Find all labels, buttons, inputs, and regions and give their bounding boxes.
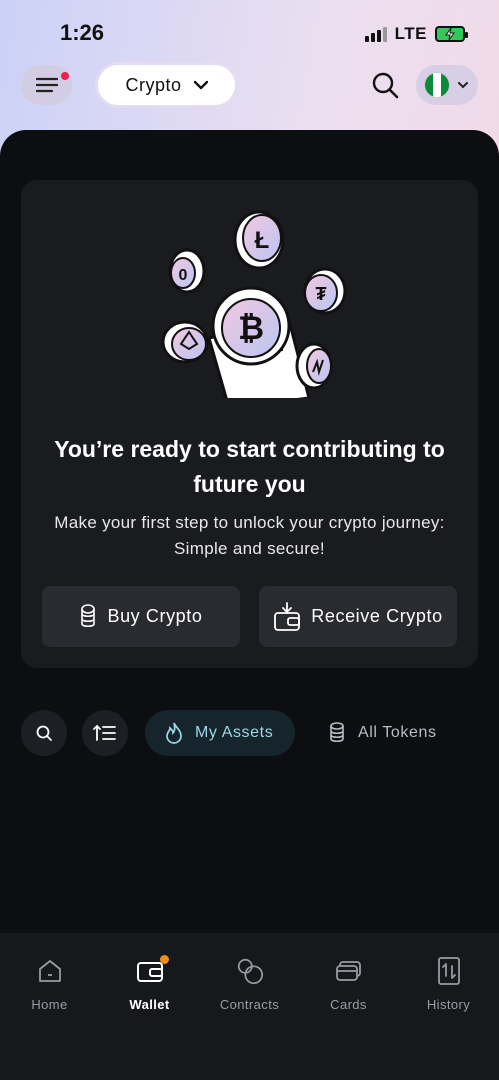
battery-icon	[435, 26, 468, 42]
home-icon	[35, 955, 65, 987]
nav-wallet-label: Wallet	[129, 997, 170, 1012]
nav-history-label: History	[426, 997, 471, 1012]
all-tokens-label: All Tokens	[358, 724, 437, 741]
svg-text:Ł: Ł	[255, 227, 270, 254]
crypto-coins-illustration: Ł 0 ₮ ₿	[161, 210, 347, 398]
crypto-selector[interactable]: Crypto	[95, 62, 238, 108]
chevron-down-icon	[458, 81, 468, 88]
svg-text:₿: ₿	[238, 310, 264, 346]
hamburger-icon	[35, 77, 58, 93]
sort-icon	[93, 724, 116, 741]
history-icon	[434, 955, 464, 987]
signal-icon	[364, 26, 387, 42]
asset-search-button[interactable]	[21, 710, 67, 756]
all-tokens-tab[interactable]: All Tokens	[318, 710, 458, 756]
nav-cards[interactable]: Cards	[299, 955, 398, 1012]
svg-text:₮: ₮	[316, 284, 327, 304]
status-bar: 1:26 LTE	[0, 0, 499, 62]
nav-wallet[interactable]: Wallet	[100, 955, 199, 1012]
nav-home-label: Home	[31, 997, 68, 1012]
crypto-selector-label: Crypto	[125, 74, 182, 95]
nav-history[interactable]: History	[399, 955, 498, 1012]
receive-crypto-button[interactable]: Receive Crypto	[259, 586, 457, 647]
status-indicators: LTE	[364, 24, 468, 44]
search-icon	[36, 725, 52, 741]
chevron-down-icon	[193, 80, 208, 90]
wallet-receive-icon	[274, 601, 301, 631]
cards-icon	[334, 955, 364, 987]
top-bar: Crypto	[0, 60, 499, 110]
onboarding-title: You’re ready to start contributing to fu…	[54, 436, 445, 497]
wallet-icon	[135, 955, 169, 987]
flame-icon	[166, 722, 182, 744]
svg-text:0: 0	[179, 267, 188, 284]
nav-cards-label: Cards	[330, 997, 367, 1012]
nav-home[interactable]: Home	[0, 955, 99, 1012]
network-label: LTE	[394, 24, 427, 43]
sort-button[interactable]	[82, 710, 128, 756]
onboarding-subtitle: Make your first step to unlock your cryp…	[54, 513, 445, 558]
my-assets-label: My Assets	[195, 724, 274, 741]
bottom-nav: Home Wallet Contracts Cards History	[0, 933, 499, 1080]
buy-crypto-button[interactable]: Buy Crypto	[42, 586, 240, 647]
contracts-icon	[235, 955, 265, 987]
onboarding-card: Ł 0 ₮ ₿ You’re ready to start contributi…	[21, 180, 478, 668]
nigeria-flag-icon	[424, 72, 450, 98]
coins-icon	[330, 722, 344, 743]
receive-crypto-label: Receive Crypto	[311, 606, 443, 626]
menu-button[interactable]	[21, 65, 72, 105]
nav-contracts[interactable]: Contracts	[200, 955, 299, 1012]
nav-contracts-label: Contracts	[219, 997, 280, 1012]
notification-dot	[61, 72, 69, 80]
coin-stack-icon	[81, 603, 96, 627]
search-icon[interactable]	[370, 70, 400, 100]
country-selector[interactable]	[416, 65, 478, 105]
wallet-notification-dot	[159, 955, 169, 964]
buy-crypto-label: Buy Crypto	[107, 606, 203, 626]
asset-filter-row: My Assets All Tokens	[0, 710, 499, 756]
my-assets-tab[interactable]: My Assets	[145, 710, 295, 756]
status-time: 1:26	[60, 20, 105, 45]
